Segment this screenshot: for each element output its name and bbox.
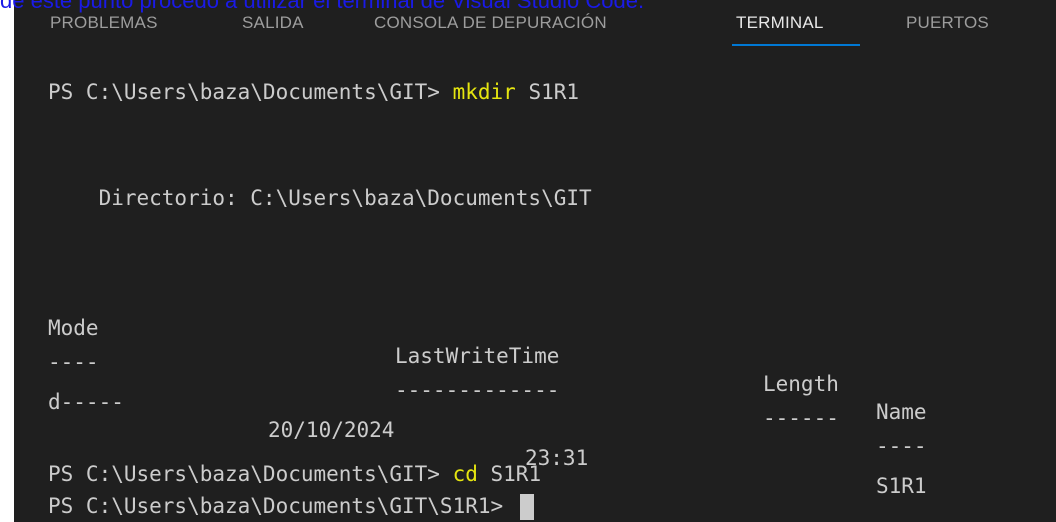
tab-ports[interactable]: PUERTOS <box>906 13 989 33</box>
column-header-name: Name <box>876 400 927 424</box>
row-date: 20/10/2024 <box>268 418 395 442</box>
table-header-row: Mode LastWriteTime Length Name <box>48 286 1048 424</box>
active-tab-indicator <box>732 44 860 46</box>
command-args: S1R1 <box>515 80 580 104</box>
prompt-text: PS C:\Users\baza\Documents\GIT> <box>48 462 453 486</box>
row-name: S1R1 <box>876 474 927 498</box>
terminal-line-current-prompt: PS C:\Users\baza\Documents\GIT\S1R1> <box>48 492 534 520</box>
page: PROBLEMAS SALIDA CONSOLA DE DEPURACIÓN T… <box>0 0 1056 522</box>
terminal-output[interactable]: PS C:\Users\baza\Documents\GIT> mkdir S1… <box>48 74 1056 522</box>
row-mode: d----- <box>48 390 124 414</box>
directory-line: Directorio: C:\Users\baza\Documents\GIT <box>48 186 592 210</box>
table-separator-row: ---- ------------- ------ ---- <box>48 320 1048 458</box>
prompt-text: PS C:\Users\baza\Documents\GIT\S1R1> <box>48 494 516 518</box>
tab-problems[interactable]: PROBLEMAS <box>50 13 158 33</box>
terminal-panel: PROBLEMAS SALIDA CONSOLA DE DEPURACIÓN T… <box>14 0 1056 522</box>
tab-output[interactable]: SALIDA <box>242 13 304 33</box>
separator-name: ---- <box>876 434 927 458</box>
terminal-line-mkdir: PS C:\Users\baza\Documents\GIT> mkdir S1… <box>48 78 579 106</box>
command-mkdir: mkdir <box>452 80 516 104</box>
document-caption: de este punto procedo a utilizar el term… <box>0 0 645 13</box>
command-cd: cd <box>452 462 478 486</box>
tab-terminal[interactable]: TERMINAL <box>736 13 824 33</box>
terminal-cursor[interactable] <box>519 494 534 520</box>
table-row: d----- 20/10/2024 23:31 S1R1 <box>48 360 1048 498</box>
terminal-line-cd: PS C:\Users\baza\Documents\GIT> cd S1R1 <box>48 460 541 488</box>
separator-length: ------ <box>763 406 839 430</box>
command-args: S1R1 <box>477 462 542 486</box>
tab-debug-console[interactable]: CONSOLA DE DEPURACIÓN <box>374 13 607 33</box>
prompt-text: PS C:\Users\baza\Documents\GIT> <box>48 80 453 104</box>
